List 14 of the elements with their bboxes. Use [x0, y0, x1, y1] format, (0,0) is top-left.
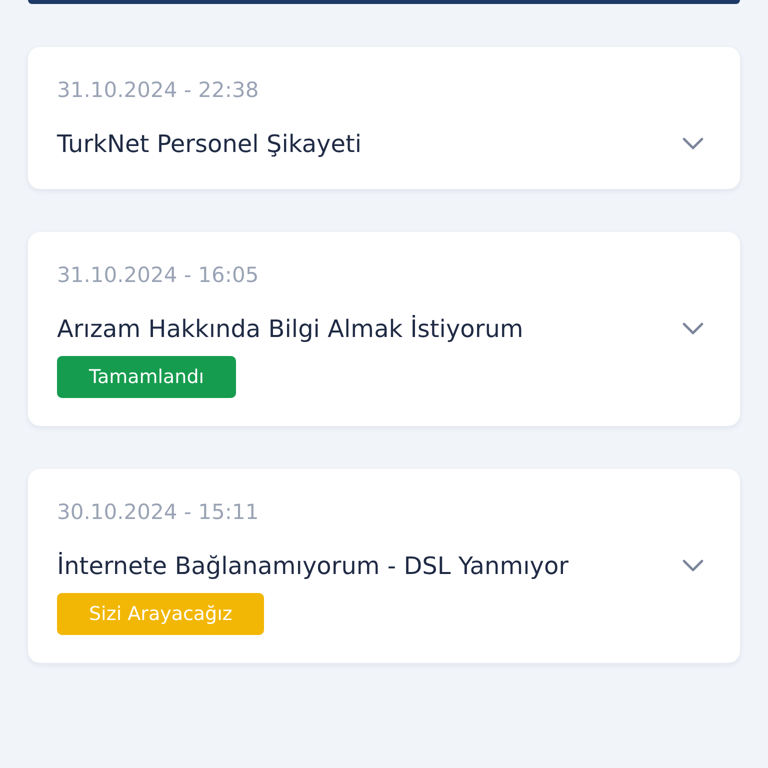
- request-title: TurkNet Personel Şikayeti: [57, 129, 363, 160]
- request-card[interactable]: 31.10.2024 - 16:05 Arızam Hakkında Bilgi Almak İstiyorum Tamamlandı: [28, 232, 740, 426]
- chevron-icon[interactable]: [682, 137, 704, 151]
- request-card[interactable]: 31.10.2024 - 22:38 TurkNet Personel Şikayeti: [28, 47, 740, 189]
- chevron-icon[interactable]: [682, 322, 704, 336]
- status-badge: Tamamlandı: [57, 356, 236, 398]
- request-title: İnternete Bağlanamıyorum - DSL Yanmıyor: [57, 551, 570, 582]
- status-badge: Sizi Arayacağız: [57, 593, 264, 635]
- request-title: Arızam Hakkında Bilgi Almak İstiyorum: [57, 314, 524, 345]
- request-date: 30.10.2024 - 15:11: [57, 499, 260, 526]
- request-card[interactable]: 30.10.2024 - 15:11 İnternete Bağlanamıyorum - DSL Yanmıyor Sizi Arayacağız: [28, 469, 740, 663]
- request-date: 31.10.2024 - 16:05: [57, 262, 260, 289]
- chevron-icon[interactable]: [682, 559, 704, 573]
- request-date: 31.10.2024 - 22:38: [57, 77, 260, 104]
